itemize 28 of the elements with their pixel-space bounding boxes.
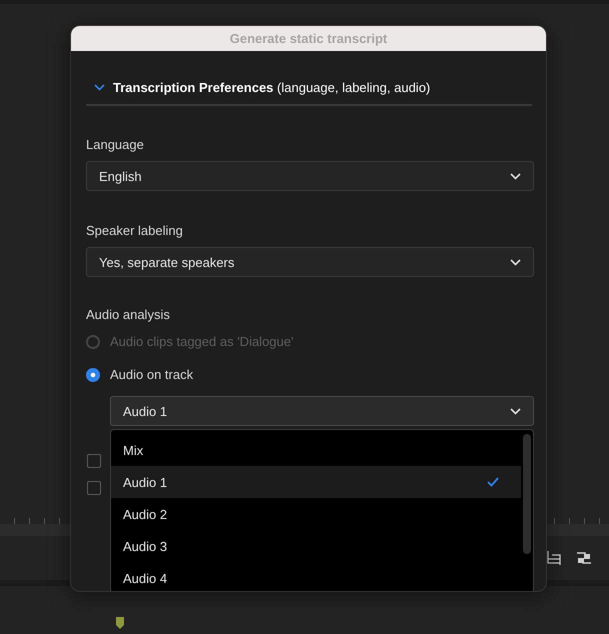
radio-label: Audio on track xyxy=(110,367,194,382)
track-dropdown[interactable]: Audio 1 xyxy=(110,396,534,426)
checkmark-icon xyxy=(487,477,499,487)
radio-label: Audio clips tagged as 'Dialogue' xyxy=(110,334,294,349)
dialog-title: Generate static transcript xyxy=(71,26,546,51)
section-title: Transcription Preferences (language, labeling, audio) xyxy=(113,80,430,95)
menu-item[interactable]: Audio 2 xyxy=(111,498,521,530)
chevron-icon xyxy=(94,84,105,91)
checkbox[interactable] xyxy=(87,454,101,468)
menu-item[interactable]: Audio 4 xyxy=(111,562,521,591)
playhead-marker-icon[interactable] xyxy=(116,617,124,629)
radio-button[interactable] xyxy=(86,368,100,382)
field-label: Language xyxy=(86,137,145,152)
field-label: Speaker labeling xyxy=(86,223,184,238)
language-dropdown[interactable]: English xyxy=(86,161,534,191)
menu-item[interactable]: Audio 1 xyxy=(111,466,521,498)
swap-icon[interactable] xyxy=(575,550,593,566)
checkbox[interactable] xyxy=(87,481,101,495)
scrollbar[interactable] xyxy=(523,434,531,554)
menu-item[interactable]: Audio 3 xyxy=(111,530,521,562)
section-header[interactable]: Transcription Preferences (language, labeling, audio) xyxy=(86,80,532,106)
grid-icon[interactable] xyxy=(547,550,561,566)
chevron-icon xyxy=(510,172,521,180)
speaker-labeling-dropdown[interactable]: Yes, separate speakers xyxy=(86,247,534,277)
field-label: Audio analysis xyxy=(86,307,171,322)
chevron-icon xyxy=(510,258,521,266)
chevron-icon xyxy=(510,408,521,414)
menu-item[interactable]: Mix xyxy=(111,434,521,466)
